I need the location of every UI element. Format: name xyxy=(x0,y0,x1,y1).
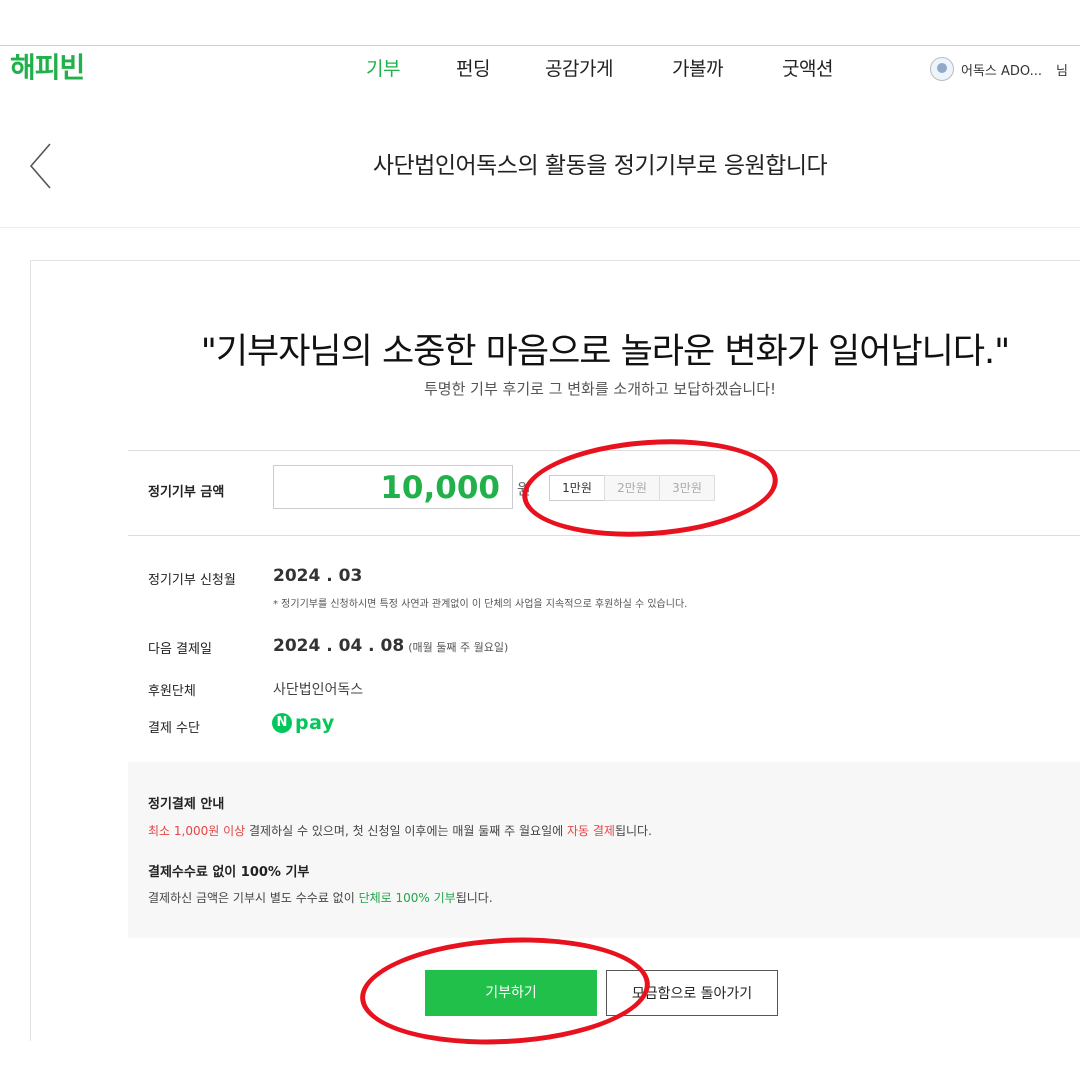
main-nav: 기부 펀딩 공감가게 가볼까 굿액션 xyxy=(0,54,1080,84)
next-payment-value: 2024 . 04 . 08 (매월 둘째 주 월요일) xyxy=(273,636,508,656)
page-title: 사단법인어독스의 활동을 정기기부로 응원합니다 xyxy=(372,153,828,179)
nav-item-travel[interactable]: 가볼까 xyxy=(672,54,723,81)
user-menu[interactable]: 어독스 ADO... 님 xyxy=(930,56,1068,82)
npay-n-icon: N xyxy=(272,713,292,733)
organization-name: 사단법인어독스 xyxy=(273,682,364,698)
hero-headline: "기부자님의 소중한 마음으로 놀라운 변화가 일어납니다." xyxy=(200,332,1011,372)
nav-item-funding[interactable]: 펀딩 xyxy=(456,54,490,81)
amount-label: 정기기부 금액 xyxy=(148,485,225,500)
apply-note: * 정기기부를 신청하시면 특정 사연과 관계없이 이 단체의 사업을 지속적으… xyxy=(273,599,688,610)
user-suffix: 님 xyxy=(1056,63,1068,79)
payment-notice-box xyxy=(128,762,1080,938)
avatar xyxy=(930,57,954,81)
apply-month-label: 정기기부 신청월 xyxy=(148,573,236,588)
notice-title-fee: 결제수수료 없이 100% 기부 xyxy=(148,865,310,880)
nav-item-shop[interactable]: 공감가게 xyxy=(545,54,613,81)
user-name: 어독스 ADO... xyxy=(961,63,1043,79)
next-payment-rule: (매월 둘째 주 월요일) xyxy=(408,641,509,654)
notice-text-regular: 최소 1,000원 이상 결제하실 수 있으며, 첫 신청일 이후에는 매월 둘… xyxy=(148,824,652,838)
header-divider xyxy=(0,227,1080,228)
notice-title-regular: 정기결제 안내 xyxy=(148,797,225,812)
next-payment-date: 2024 . 04 . 08 xyxy=(273,636,405,656)
nav-item-donate[interactable]: 기부 xyxy=(366,54,400,81)
next-payment-label: 다음 결제일 xyxy=(148,642,212,657)
hero-subtext: 투명한 기부 후기로 그 변화를 소개하고 보답하겠습니다! xyxy=(423,380,777,398)
npay-text: pay xyxy=(295,712,335,734)
header-top-border xyxy=(0,45,1080,46)
npay-logo: N pay xyxy=(272,712,335,734)
payment-method-label: 결제 수단 xyxy=(148,721,200,736)
nav-item-goodaction[interactable]: 굿액션 xyxy=(782,54,833,81)
organization-label: 후원단체 xyxy=(148,684,196,699)
notice-text-fee: 결제하신 금액은 기부시 별도 수수료 없이 단체로 100% 기부됩니다. xyxy=(148,891,493,905)
amount-input[interactable]: 10,000 xyxy=(273,465,513,509)
apply-month-value: 2024 . 03 xyxy=(273,566,363,586)
